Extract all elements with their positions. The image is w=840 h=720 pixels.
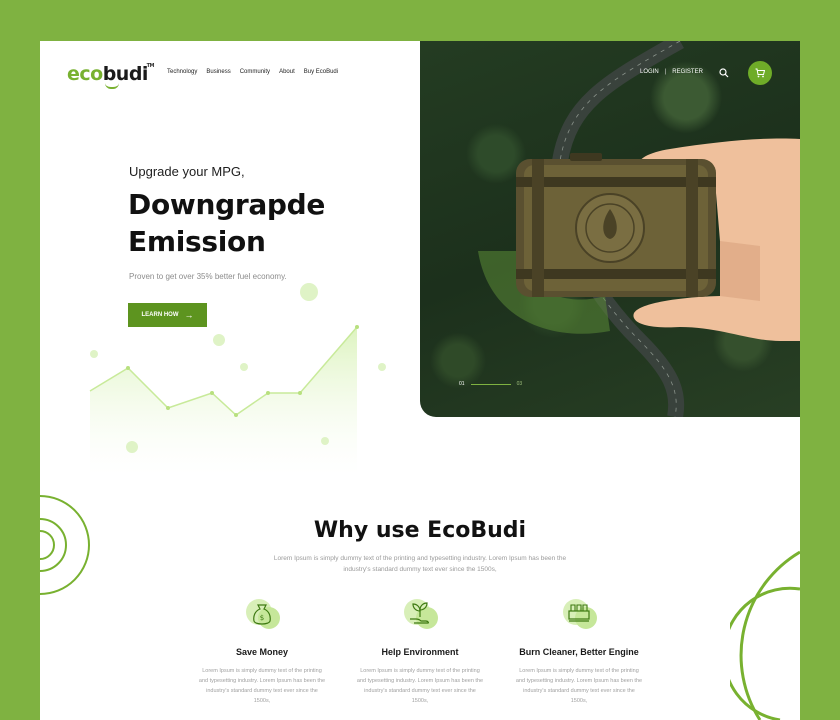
nav-technology[interactable]: Technology <box>167 69 197 75</box>
hand-shadow <box>720 241 760 301</box>
hero-title: Downgrapde Emission <box>128 186 325 260</box>
search-icon[interactable] <box>719 68 729 78</box>
why-section-description: Lorem Ipsum is simply dummy text of the … <box>273 555 567 573</box>
feature-help-environment: Help Environment Lorem Ipsum is simply d… <box>340 597 500 706</box>
feature-icon-wrapper <box>400 597 440 635</box>
feature-save-money: $ Save Money Lorem Ipsum is simply dummy… <box>182 597 342 706</box>
nav-community[interactable]: Community <box>240 69 270 75</box>
engine-icon <box>568 604 590 622</box>
hero-title-line1: Downgrapde <box>128 188 326 221</box>
hero-title-line2: Emission <box>128 225 266 258</box>
nav-about[interactable]: About <box>279 69 295 75</box>
feature-text: Lorem Ipsum is simply dummy text of the … <box>198 668 326 704</box>
why-section-title: Why use EcoBudi <box>313 518 527 543</box>
money-bag-icon: $ <box>253 604 271 625</box>
learn-how-label: LEARN HOW <box>141 312 179 318</box>
login-link[interactable]: LOGIN <box>640 69 659 75</box>
logo-budi-text: budi <box>102 63 149 85</box>
hero-image-panel: LOGIN | REGISTER 01 03 <box>420 41 800 417</box>
slider-progress-line <box>470 383 511 385</box>
graph-area <box>90 327 357 476</box>
feature-burn-cleaner: Burn Cleaner, Better Engine Lorem Ipsum … <box>499 597 659 706</box>
cart-button[interactable] <box>748 61 772 85</box>
feature-text: Lorem Ipsum is simply dummy text of the … <box>515 668 643 704</box>
right-arcs-decoration <box>730 550 800 720</box>
decorative-growth-graph <box>89 283 386 476</box>
cart-icon <box>755 68 765 78</box>
page-canvas: ecobudi TM Technology Business Community… <box>40 41 800 720</box>
slide-current-number: 01 <box>459 381 465 387</box>
logo-trademark: TM <box>146 63 155 69</box>
feature-icon-wrapper: $ <box>242 597 282 635</box>
nav-business[interactable]: Business <box>206 69 230 75</box>
ecobudi-device <box>516 153 716 297</box>
slider-indicator[interactable]: 01 03 <box>459 381 522 387</box>
account-links-separator: | <box>664 69 667 75</box>
feature-title: Save Money <box>235 647 289 657</box>
feature-title: Burn Cleaner, Better Engine <box>519 647 639 657</box>
feature-icon-wrapper <box>559 597 599 635</box>
logo-smile-mark <box>105 83 119 89</box>
svg-text:$: $ <box>260 614 264 622</box>
feature-title: Help Environment <box>381 647 459 657</box>
plant-hand-icon <box>410 602 429 624</box>
hero-subtitle: Upgrade your MPG, <box>129 164 245 179</box>
aerial-road-illustration <box>478 41 800 417</box>
register-link[interactable]: REGISTER <box>672 69 703 75</box>
slide-next-number: 03 <box>516 381 523 387</box>
nav-buy-ecobudi[interactable]: Buy EcoBudi <box>304 69 338 75</box>
arrow-right-icon: → <box>184 309 194 320</box>
learn-how-button[interactable]: LEARN HOW → <box>128 303 207 327</box>
main-nav: Technology Business Community About Buy … <box>167 69 338 75</box>
hero-description: Proven to get over 35% better fuel econo… <box>129 272 287 281</box>
ecobudi-logo[interactable]: ecobudi TM <box>67 63 154 89</box>
account-links: LOGIN | REGISTER <box>640 69 703 75</box>
logo-eco-text: eco <box>67 63 103 85</box>
left-signal-arcs-decoration <box>40 495 90 595</box>
feature-text: Lorem Ipsum is simply dummy text of the … <box>356 668 484 704</box>
